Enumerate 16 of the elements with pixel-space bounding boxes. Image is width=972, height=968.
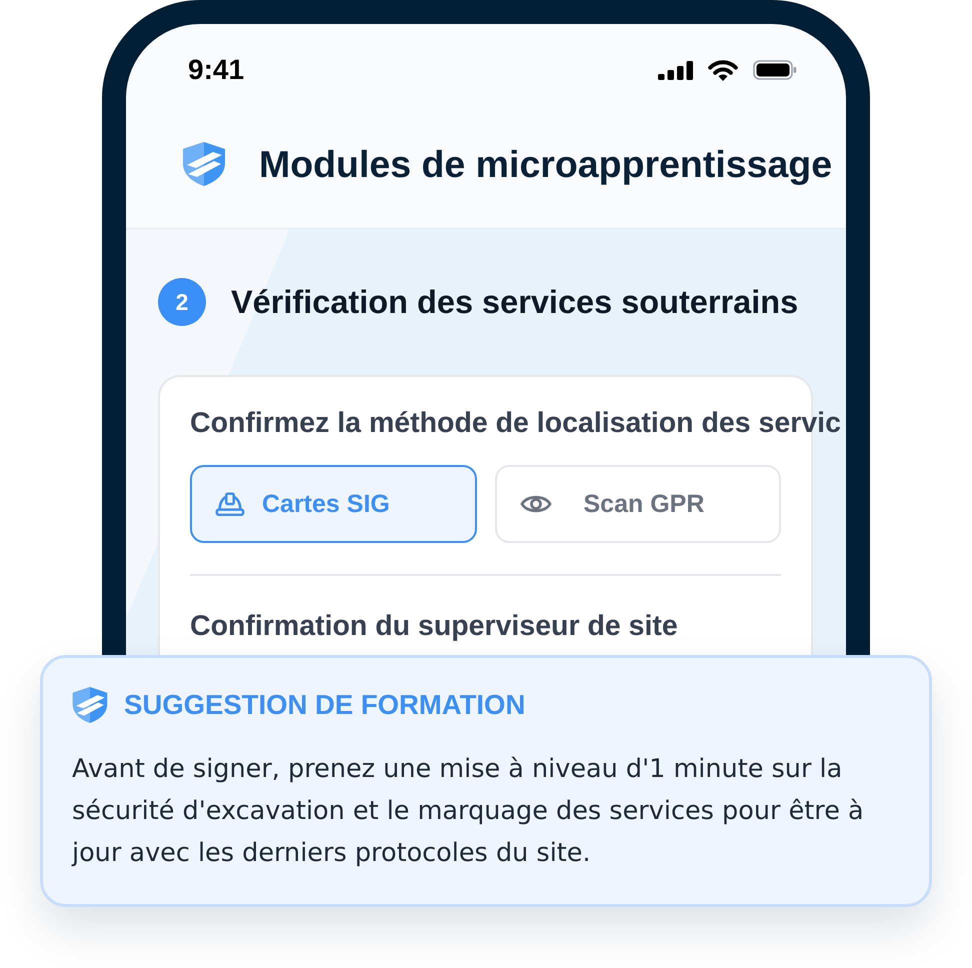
- section-label: Confirmation du superviseur de site: [190, 609, 678, 644]
- header-logo-icon: [182, 141, 226, 187]
- option-button[interactable]: Cartes SIG: [190, 465, 476, 543]
- header-title: Modules de microapprentissage: [259, 142, 832, 186]
- suggestion-text: Avant de signer, prenez une mise à niveau d'1 minute sur la sécurité d'excavation et le marquage des services pour être à jour avec les derniers protocoles du site.: [72, 753, 865, 870]
- hard-hat-icon: [215, 490, 245, 518]
- suggestion-logo-icon: [72, 686, 108, 724]
- step-number: 2: [158, 278, 206, 326]
- battery-icon: [753, 60, 797, 80]
- suggestion-title: SUGGESTION DE FORMATION: [124, 689, 526, 721]
- step-title: Vérification des services souterrains: [231, 284, 798, 320]
- signal-icon: [658, 60, 693, 80]
- status-time: 9:41: [188, 56, 244, 84]
- wifi-icon: [706, 58, 740, 82]
- option-button[interactable]: Scan GPR: [494, 465, 781, 543]
- question-label: Confirmez la méthode de localisation des servic: [190, 406, 841, 441]
